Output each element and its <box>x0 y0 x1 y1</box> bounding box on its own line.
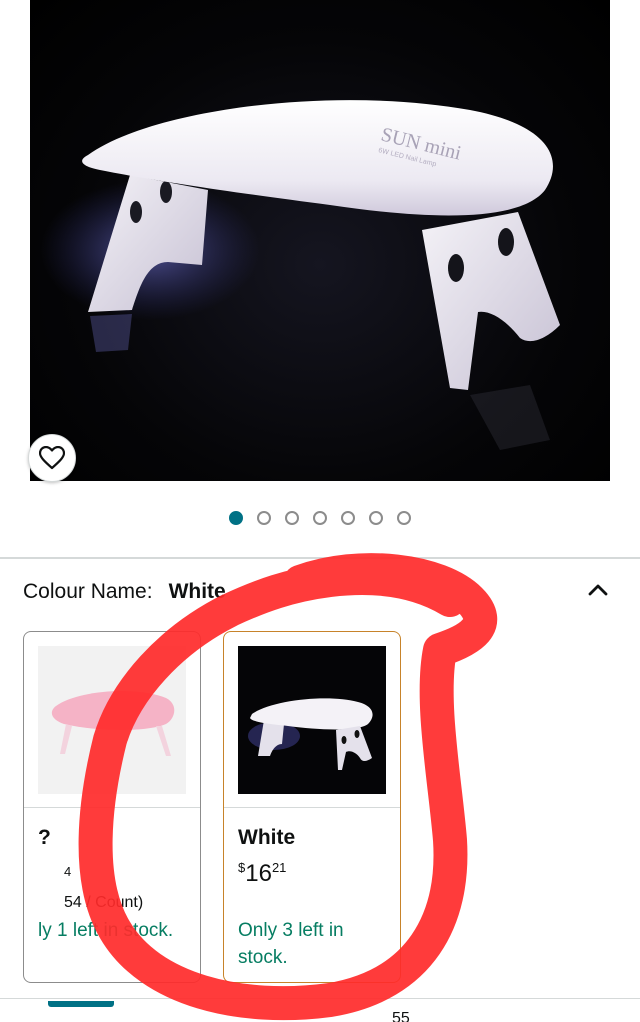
option-stock-status: Only 3 left in stock. <box>238 920 344 968</box>
carousel-dot-6[interactable] <box>369 511 383 525</box>
active-tab-indicator <box>48 1001 114 1007</box>
carousel-dot-4[interactable] <box>313 511 327 525</box>
variation-header[interactable]: Colour Name: White <box>23 580 226 604</box>
section-divider <box>0 557 640 559</box>
carousel-dot-1[interactable] <box>229 511 243 525</box>
option-name: ? <box>38 826 51 849</box>
add-to-wishlist-button[interactable] <box>28 434 76 482</box>
option-price-fraction: 4 <box>64 864 72 879</box>
variation-selected-value: White <box>168 580 226 603</box>
variation-option-card-selected[interactable]: White $1621 Only 3 left in stock. <box>223 631 401 983</box>
variation-label: Colour Name: <box>23 580 153 603</box>
option-thumbnail <box>238 646 386 794</box>
option-stock-status: ly 1 left in stock. <box>38 920 174 941</box>
option-thumbnail-area <box>24 632 200 808</box>
pink-lamp-image <box>51 691 175 756</box>
option-price-fraction: 21 <box>271 860 287 875</box>
carousel-dot-5[interactable] <box>341 511 355 525</box>
carousel-dot-3[interactable] <box>285 511 299 525</box>
heart-outline-icon <box>39 446 65 470</box>
option-price: 4 <box>64 864 71 879</box>
chevron-up-icon[interactable] <box>586 578 610 602</box>
variation-option-card[interactable]: ? 4 54 / Count) ly 1 left in stock. <box>23 631 201 983</box>
carousel-dot-2[interactable] <box>257 511 271 525</box>
image-carousel-dots <box>0 511 640 525</box>
nail-lamp-photo: SUN mini 6W LED Nail Lamp <box>40 100 560 450</box>
option-price-whole: 16 <box>245 860 272 887</box>
option-unit-price: 54 / Count) <box>64 894 144 911</box>
option-price: $1621 <box>238 860 286 888</box>
option-name: White <box>238 826 296 849</box>
carousel-dot-7[interactable] <box>397 511 411 525</box>
partial-text: 55 <box>392 1010 410 1022</box>
option-thumbnail-area <box>224 632 400 808</box>
product-main-image[interactable]: SUN mini 6W LED Nail Lamp <box>30 0 610 481</box>
option-thumbnail <box>38 646 186 794</box>
white-lamp-image <box>248 698 373 770</box>
